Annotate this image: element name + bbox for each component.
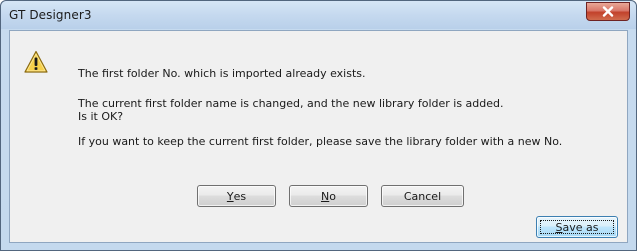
window-title: GT Designer3 [9,8,92,22]
save-as-button[interactable]: Save as [536,216,618,238]
message-line-1: The first folder No. which is imported a… [78,67,366,80]
no-button[interactable]: No [289,185,368,207]
warning-icon [24,50,48,74]
no-mnemonic: N [321,189,330,203]
cancel-label: Cancel [403,189,442,203]
message-line-4: If you want to keep the current first fo… [78,135,563,148]
no-label: o [329,189,336,203]
cancel-button[interactable]: Cancel [381,185,464,207]
yes-button[interactable]: Yes [197,185,276,207]
dialog-window: GT Designer3 The first folder No. which … [0,0,637,251]
yes-label: es [233,189,247,203]
focus-ring [540,220,614,234]
title-bar[interactable]: GT Designer3 [1,1,636,29]
message-line-3: Is it OK? [78,110,124,123]
dialog-body: The first folder No. which is imported a… [9,30,628,243]
close-icon [602,6,614,17]
message-line-2: The current first folder name is changed… [78,97,504,110]
yes-mnemonic: Y [226,189,234,203]
close-button[interactable] [586,2,630,21]
